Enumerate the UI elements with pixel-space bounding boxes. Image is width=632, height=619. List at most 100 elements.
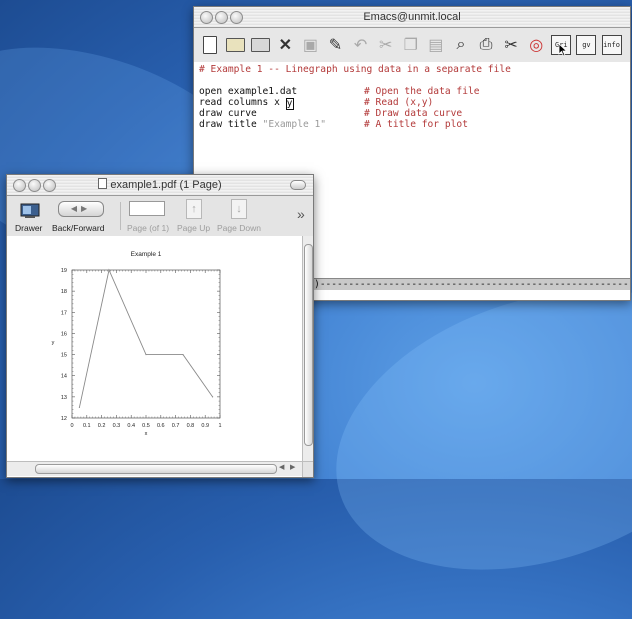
open-directory-icon[interactable] [248, 33, 272, 57]
y-tick-label: 19 [61, 268, 67, 274]
back-forward-button[interactable]: ◀▶ Back/Forward [52, 198, 108, 234]
resize-grip[interactable] [302, 461, 313, 477]
y-tick-label: 17 [61, 310, 67, 316]
page-up-label: Page Up [177, 223, 211, 233]
y-tick-label: 15 [61, 353, 67, 359]
y-tick-label: 13 [61, 395, 67, 401]
page-down-icon: ↓ [231, 199, 247, 219]
page-number-input[interactable] [129, 201, 165, 216]
forward-arrow-icon[interactable]: ▶ [81, 204, 91, 213]
page-up-icon: ↑ [186, 199, 202, 219]
vertical-scrollbar[interactable] [302, 236, 313, 461]
code-line-5: draw curve [199, 108, 257, 119]
x-tick-label: 0.3 [113, 423, 121, 429]
zoom-button[interactable] [230, 11, 243, 24]
cut-icon[interactable]: ✂ [374, 33, 398, 57]
undo-icon[interactable]: ↶ [349, 33, 373, 57]
new-file-icon[interactable] [198, 33, 222, 57]
x-tick-label: 0.6 [157, 423, 165, 429]
data-point [108, 269, 110, 271]
drawer-button[interactable]: Drawer [15, 198, 45, 234]
data-point [212, 396, 214, 398]
x-tick-label: 0.5 [142, 423, 150, 429]
page-of-label: Page (of 1) [127, 223, 170, 233]
line-chart: Example 1 0 0.1 0.2 0.3 0.4 0.5 0.6 0.7 0.8 0.9 1 12… [52, 251, 222, 437]
pdf-document-icon [98, 178, 108, 189]
y-tick-label: 12 [61, 416, 67, 422]
mouse-pointer-icon [558, 43, 568, 57]
copy-icon[interactable]: ❐ [399, 33, 423, 57]
page-number-control: Page (of 1) [123, 198, 175, 234]
print-icon[interactable]: ⎙ [474, 33, 498, 57]
pdf-page[interactable]: Example 1 0 0.1 0.2 0.3 0.4 0.5 0.6 0.7 0.8 0.9 1 12… [7, 236, 302, 461]
drawer-icon [20, 203, 40, 218]
preview-window: example1.pdf (1 Page) Drawer ◀▶ Back/For… [6, 174, 314, 478]
save-as-icon[interactable]: ✎ [323, 33, 347, 57]
horizontal-scrollbar[interactable]: ◀ ▶ [7, 461, 302, 476]
code-comment-5: # Draw data curve [364, 108, 463, 119]
help-lifebuoy-icon[interactable]: ◎ [524, 33, 548, 57]
code-line-1: # Example 1 -- Linegraph using data in a… [199, 64, 511, 75]
minimize-button[interactable] [215, 11, 228, 24]
code-comment-4: # Read (x,y) [364, 97, 434, 108]
x-tick-label: 0.7 [172, 423, 180, 429]
x-tick-label: 0.1 [83, 423, 91, 429]
y-tick-label: 16 [61, 331, 67, 337]
minimize-button[interactable] [28, 179, 41, 192]
x-tick-label: 1 [218, 423, 221, 429]
code-comment-6: # A title for plot [364, 119, 468, 130]
y-axis-label: y [52, 340, 55, 346]
close-button[interactable] [200, 11, 213, 24]
text-cursor: y [285, 98, 294, 110]
code-line-3: open example1.dat [199, 86, 298, 97]
gv-label: gv [576, 35, 597, 55]
back-forward-label: Back/Forward [52, 223, 105, 233]
paste-icon[interactable]: ▤ [424, 33, 448, 57]
close-icon[interactable]: ✕ [273, 33, 297, 57]
page-down-label: Page Down [217, 223, 261, 233]
save-icon[interactable]: ▣ [298, 33, 322, 57]
preview-toolbar: Drawer ◀▶ Back/Forward Page (of 1) ↑ Pag… [7, 196, 313, 237]
x-tick-label: 0.9 [201, 423, 209, 429]
page-up-button[interactable]: ↑ Page Up [177, 198, 213, 234]
gri-view-icon[interactable]: gv [574, 33, 598, 57]
gri-info-icon[interactable]: info [600, 33, 624, 57]
back-forward-segments: ◀▶ [58, 201, 104, 217]
page-down-button[interactable]: ↓ Page Down [217, 198, 263, 234]
data-point [145, 353, 147, 356]
code-comment-3: # Open the data file [364, 86, 480, 97]
y-tick-label: 18 [61, 289, 67, 295]
x-tick-label: 0 [70, 423, 73, 429]
preview-titlebar[interactable]: example1.pdf (1 Page) [7, 175, 313, 196]
y-tick-label: 14 [61, 374, 67, 380]
code-string: "Example 1" [262, 119, 327, 130]
drawer-label: Drawer [15, 223, 43, 233]
window-title: Emacs@unmit.local [363, 11, 461, 23]
x-tick-label: 0.2 [98, 423, 106, 429]
toolbar-overflow-button[interactable]: » [297, 206, 305, 222]
data-curve [78, 268, 213, 408]
data-point [78, 406, 80, 409]
toolbar-separator [120, 202, 121, 230]
back-arrow-icon[interactable]: ◀ [71, 204, 81, 213]
open-folder-icon[interactable] [223, 33, 247, 57]
x-axis-label: x [145, 431, 148, 437]
tools-icon[interactable]: ✂ [499, 33, 523, 57]
horizontal-scroll-thumb[interactable] [35, 464, 277, 474]
x-tick-label: 0.4 [127, 423, 135, 429]
search-icon[interactable]: ⌕ [449, 33, 473, 57]
emacs-titlebar[interactable]: Emacs@unmit.local [194, 7, 630, 28]
scroll-right-icon[interactable]: ▶ [290, 463, 295, 471]
data-point [182, 353, 184, 356]
info-label: info [601, 35, 622, 55]
chart-title: Example 1 [131, 251, 162, 258]
plot-frame [71, 269, 221, 419]
close-button[interactable] [13, 179, 26, 192]
x-tick-label: 0.8 [187, 423, 195, 429]
code-line-6: draw title "Example 1" [199, 119, 327, 130]
toolbar-toggle-button[interactable] [290, 180, 306, 190]
zoom-button[interactable] [43, 179, 56, 192]
scroll-left-icon[interactable]: ◀ [279, 463, 284, 471]
window-title: example1.pdf (1 Page) [110, 179, 222, 191]
vertical-scroll-thumb[interactable] [304, 244, 313, 446]
